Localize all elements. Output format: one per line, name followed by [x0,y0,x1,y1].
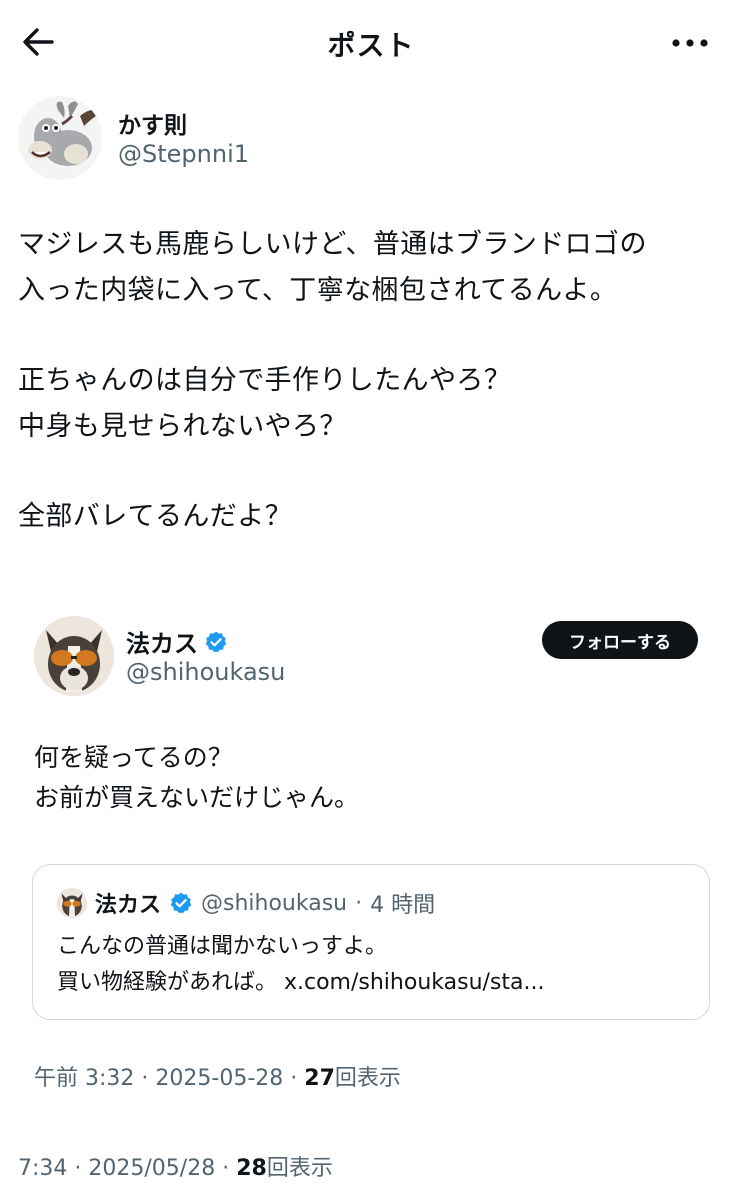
post-text-line: マジレスも馬鹿らしいけど、普通はブランドロゴの [18,229,647,260]
embedded-views-count[interactable]: 27 [304,1066,335,1091]
embedded-author-name-text: 法カス [126,630,198,658]
embedded-text-line: お前が買えないだけじゃん。 [34,783,360,812]
quoted-author-avatar [57,888,87,918]
separator-dot: · [355,890,363,916]
post-text-line: 中身も見せられないやろ？ [18,411,347,442]
embedded-author-name[interactable]: 法カス [126,624,228,659]
author-avatar[interactable] [18,96,102,180]
embedded-text-line: 何を疑ってるの？ [34,743,233,772]
embedded-post-author: 法カス @shihoukasu フォローする [34,614,706,704]
embedded-post-text: 何を疑ってるの？ お前が買えないだけじゃん。 [34,738,694,818]
quoted-text-line: こんなの普通は聞かないっすよ。 [57,934,388,959]
verified-badge-icon [170,892,192,914]
post-text: マジレスも馬鹿らしいけど、普通はブランドロゴの 入った内袋に入って、丁寧な梱包さ… [18,222,718,540]
quoted-post-header: 法カス @shihoukasu · 4 時間 [57,887,435,919]
embedded-post-time: 午前 3:32 [34,1066,135,1091]
post-time: 7:34 [18,1156,68,1181]
post-meta: 7:34 · 2025/05/28 · 28回表示 [18,1150,333,1182]
post-author: かす則 @Stepnni1 [18,96,578,186]
top-bar: ポスト [0,0,742,84]
separator-dot: · [74,1156,89,1181]
bulldog-sunglasses-avatar-icon [34,616,114,696]
quoted-post-card[interactable]: 法カス @shihoukasu · 4 時間 こんなの普通は聞かないっすよ。 買… [32,864,710,1020]
more-horizontal-icon [672,39,708,47]
quoted-text-line: 買い物経験があれば。 x.com/shihoukasu/sta... [57,970,545,995]
post-views-label: 回表示 [266,1156,333,1181]
post-date: 2025/05/28 [88,1156,216,1181]
embedded-author-handle[interactable]: @shihoukasu [126,658,285,686]
separator-dot: · [141,1066,156,1091]
more-options-button[interactable] [666,24,714,60]
post-text-line: 正ちゃんのは自分で手作りしたんやろ？ [18,365,512,396]
embedded-views-label: 回表示 [334,1066,401,1091]
embedded-post-date: 2025-05-28 [155,1066,284,1091]
post-views-count[interactable]: 28 [236,1156,267,1181]
author-name[interactable]: かす則 [118,106,187,140]
bulldog-sunglasses-avatar-icon [57,888,87,918]
verified-badge-icon [205,631,227,652]
donkey-avatar-icon [18,96,102,180]
embedded-post-meta: 午前 3:32 · 2025-05-28 · 27回表示 [34,1060,401,1092]
page-title: ポスト [327,29,415,62]
post-text-line: 入った内袋に入って、丁寧な梱包されてるんよ。 [18,275,618,306]
separator-dot: · [290,1066,305,1091]
quoted-author-handle: @shihoukasu [201,890,348,916]
author-handle[interactable]: @Stepnni1 [118,140,249,168]
separator-dot: · [222,1156,237,1181]
follow-button[interactable]: フォローする [542,621,698,659]
quoted-post-age: 4 時間 [370,893,436,918]
post-text-line: 全部バレてるんだよ？ [18,501,292,532]
quoted-author-name: 法カス [95,893,162,918]
embedded-author-avatar[interactable] [34,616,114,696]
quoted-post-text: こんなの普通は聞かないっすよ。 買い物経験があれば。 x.com/shihouk… [57,929,544,1001]
